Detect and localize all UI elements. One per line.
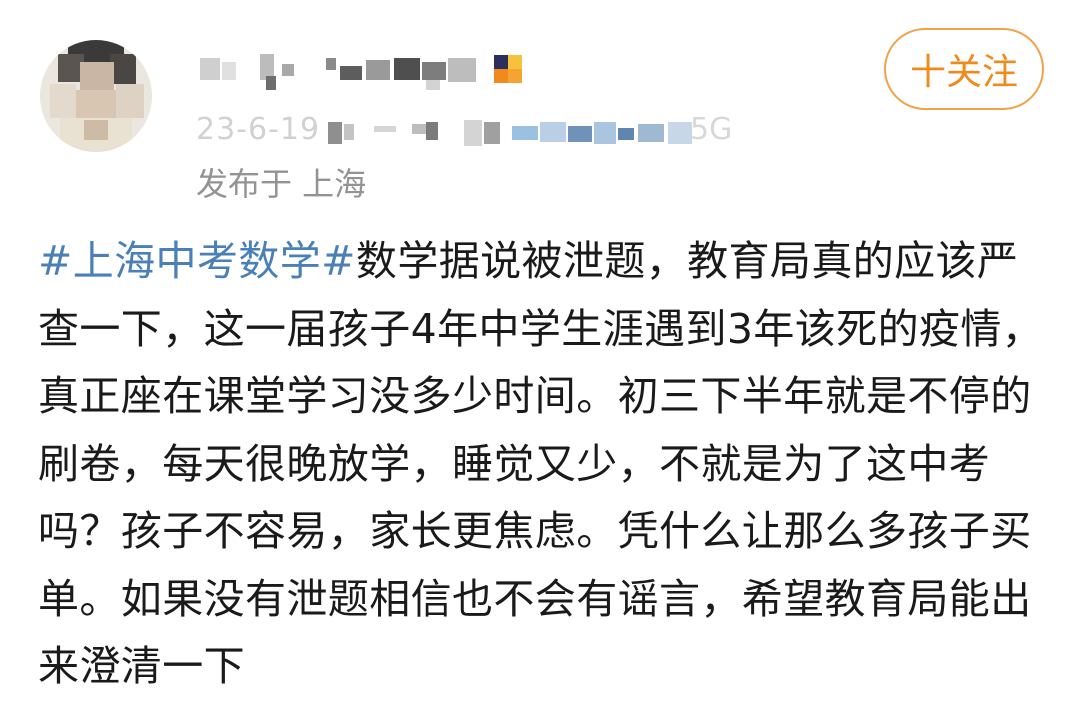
post-device-redacted bbox=[328, 118, 748, 148]
hashtag-link[interactable]: #上海中考数学# bbox=[38, 237, 356, 285]
post-content: #上海中考数学#数学据说被泄题，教育局真的应该严查一下，这一届孩子4年中学生涯遇… bbox=[38, 228, 1048, 701]
post-network: 5G bbox=[690, 112, 733, 147]
member-badge-icon bbox=[494, 55, 522, 83]
avatar[interactable] bbox=[40, 40, 152, 152]
weibo-post: 23-6-19 5G 发布于 上海 十关注 #上海中考数学#数学据说被泄题，教育… bbox=[0, 0, 1078, 694]
post-location: 发布于 上海 bbox=[196, 165, 367, 203]
post-body-text: 数学据说被泄题，教育局真的应该严查一下，这一届孩子4年中学生涯遇到3年该死的疫情… bbox=[38, 237, 1044, 690]
post-date: 23-6-19 bbox=[196, 112, 321, 147]
follow-button-label: 十关注 bbox=[909, 52, 1018, 93]
post-meta: 23-6-19 5G bbox=[196, 110, 756, 150]
follow-button[interactable]: 十关注 bbox=[884, 28, 1044, 110]
username-redacted[interactable] bbox=[196, 50, 536, 100]
